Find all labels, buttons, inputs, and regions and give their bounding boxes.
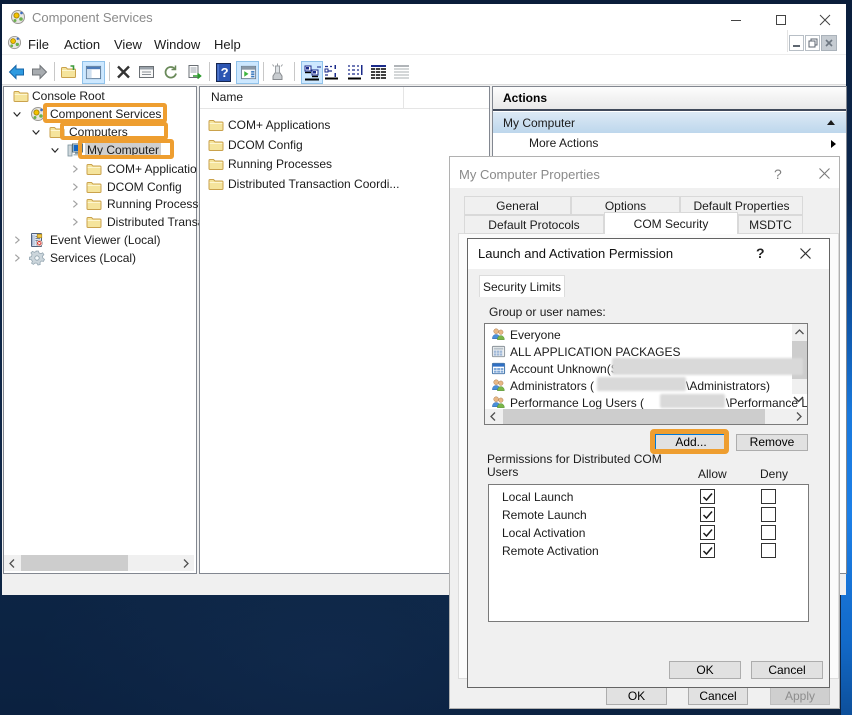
svg-text:?: ?	[221, 65, 229, 80]
